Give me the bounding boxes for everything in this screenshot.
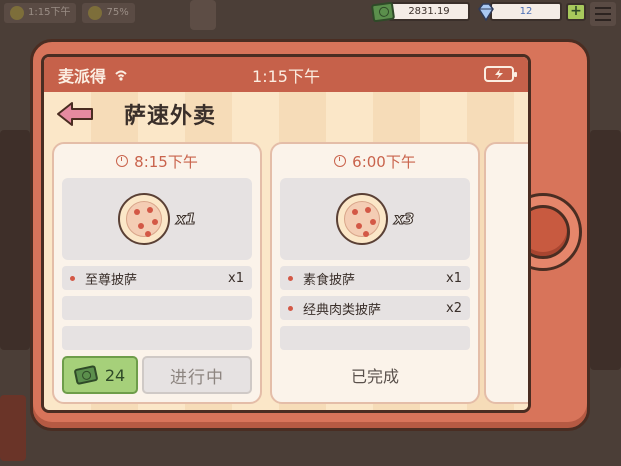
app-header: 萨速外卖: [44, 92, 528, 136]
background-time-label: 1:15下午: [28, 7, 71, 18]
order-footer: 已完成: [280, 356, 470, 394]
empty-item-slot: [280, 326, 470, 350]
orders-list: 8:15下午 x1 至尊披萨 x1 24 进行中 6:00下午 x3 素食披萨 …: [44, 136, 528, 410]
background-time-chip: 1:15下午: [4, 3, 77, 23]
battery-icon: [484, 66, 517, 82]
pizza-summary: x1: [62, 178, 252, 260]
gem-icon: [478, 2, 494, 21]
pizza-count: x3: [393, 210, 415, 229]
cash-display: 2831.19: [370, 1, 470, 22]
order-card[interactable]: 6:00下午 x3 素食披萨 x1 经典肉类披萨 x2 已完成: [270, 142, 480, 404]
gems-display: 12 +: [476, 2, 586, 21]
list-item: 至尊披萨 x1: [62, 266, 252, 290]
tablet-screen: 麦派得 1:15下午 萨速外卖 8:15下午 x1 至尊披萨 x1 24 进行中…: [41, 54, 531, 413]
order-time: 6:00下午: [272, 144, 478, 178]
item-qty: x2: [446, 300, 462, 316]
cash-amount: 2831.19: [388, 2, 470, 21]
menu-line-icon: [595, 13, 611, 15]
payment-chip: 24: [62, 356, 138, 394]
background-counter: [0, 130, 30, 350]
item-name: 至尊披萨: [85, 272, 138, 288]
pizza-count: x1: [175, 210, 197, 229]
pizza-summary: x3: [280, 178, 470, 260]
app-title: 萨速外卖: [124, 104, 217, 129]
background-rating-chip: 75%: [82, 3, 135, 23]
status-bar: 麦派得 1:15下午: [44, 57, 528, 92]
empty-item-slot: [62, 296, 252, 320]
item-name: 经典肉类披萨: [303, 302, 382, 318]
status-time: 1:15下午: [252, 66, 320, 86]
order-time-label: 6:00下午: [352, 152, 416, 171]
order-time: 8:15下午: [54, 144, 260, 178]
list-item: 经典肉类披萨 x2: [280, 296, 470, 320]
clock-icon: [334, 155, 347, 167]
item-name: 素食披萨: [303, 272, 356, 288]
bullet-icon: [70, 275, 75, 281]
cash-icon: [73, 364, 99, 386]
status-button[interactable]: 进行中: [142, 356, 252, 394]
order-card-partial[interactable]: [484, 142, 528, 404]
clock-icon: [116, 155, 129, 167]
item-qty: x1: [446, 270, 462, 286]
pizza-icon: [335, 193, 388, 245]
payment-amount: 24: [104, 365, 126, 385]
pizza-icon: [117, 193, 170, 245]
gems-amount: 12: [490, 2, 562, 21]
item-qty: x1: [228, 270, 244, 286]
background-face-icon: [88, 6, 103, 20]
order-time-label: 8:15下午: [134, 152, 198, 171]
menu-line-icon: [595, 7, 611, 9]
menu-button[interactable]: [590, 2, 616, 26]
bullet-icon: [288, 305, 293, 311]
order-card[interactable]: 8:15下午 x1 至尊披萨 x1 24 进行中: [52, 142, 262, 404]
background-door: [0, 395, 26, 461]
back-arrow-icon[interactable]: [56, 101, 96, 127]
background-shelf: [590, 130, 621, 370]
background-hud: 1:15下午 75%: [0, 0, 139, 24]
background-clock-icon: [10, 6, 24, 20]
order-footer: 24 进行中: [62, 356, 252, 394]
status-label: 已完成: [350, 367, 399, 386]
add-gems-button[interactable]: +: [566, 2, 586, 21]
empty-item-slot: [62, 326, 252, 350]
bullet-icon: [288, 275, 293, 281]
cash-icon: [370, 1, 396, 22]
background-rating-label: 75%: [106, 7, 129, 18]
list-item: 素食披萨 x1: [280, 266, 470, 290]
menu-line-icon: [595, 19, 611, 21]
background-prop: [190, 0, 216, 30]
